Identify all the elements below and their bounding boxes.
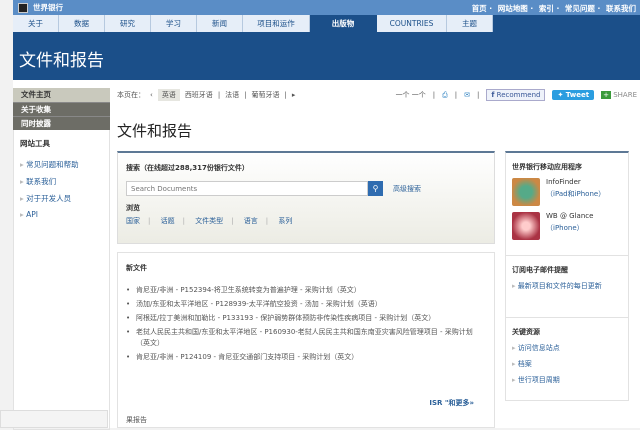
lang-french[interactable]: 法语 — [225, 90, 239, 100]
document-link[interactable]: 汤加/东亚和太平洋地区 - P128939-太平洋航空投资 - 汤加 - 采购计… — [126, 299, 486, 310]
nav-publications[interactable]: 出版物 — [310, 15, 377, 32]
tool-contact-link[interactable]: 联系我们 — [20, 176, 103, 187]
app-infofinder[interactable]: InfoFinder （iPad和iPhone） — [512, 178, 622, 206]
sidebar-item-about[interactable]: 关于收集 — [13, 102, 110, 116]
nav-research[interactable]: 研究 — [105, 15, 151, 32]
document-link[interactable]: 肯尼亚/非洲 - P152394-将卫生系统转变为普遍护理 - 采购计划（英文） — [126, 285, 486, 296]
access-info-link[interactable]: 访问信息站点 — [512, 343, 622, 353]
page: 世界银行 首页 · 网站地图 · 索引 · 常见问题 · 联系我们 关于 数据 … — [13, 0, 640, 430]
nav-about[interactable]: 关于 — [13, 15, 59, 32]
site-tools: 网站工具 常见问题和帮助 联系我们 对于开发人员 API — [13, 130, 110, 430]
tool-api-link[interactable]: API — [20, 210, 103, 219]
nav-projects[interactable]: 项目和运作 — [243, 15, 310, 32]
app-platform[interactable]: （iPhone） — [546, 223, 593, 233]
nav-learning[interactable]: 学习 — [151, 15, 197, 32]
top-link-sitemap[interactable]: 网站地图 — [498, 4, 528, 13]
twitter-icon: ✦ — [557, 91, 564, 99]
recommend-label: Recommend — [496, 91, 541, 99]
results-report-heading: 果报告 — [126, 416, 147, 424]
new-documents: 新文件 肯尼亚/非洲 - P152394-将卫生系统转变为普遍护理 - 采购计划… — [117, 252, 495, 428]
right-panel: 世界银行移动应用程序 InfoFinder （iPad和iPhone） WB @ … — [505, 151, 629, 401]
more-link[interactable]: ISR "和更多» — [429, 398, 474, 408]
share-text: 一个 一个 — [395, 91, 426, 99]
search-panel: 搜索（在线超过288,317份银行文件） ⚲ 高级搜索 浏览 国家| 话题| 文… — [117, 151, 495, 244]
top-link-index[interactable]: 索引 — [539, 4, 554, 13]
nav-topics[interactable]: 主题 — [447, 15, 493, 32]
language-label: 本页在： — [117, 91, 145, 99]
app-name: WB @ Glance — [546, 212, 594, 220]
email-icon[interactable]: ✉ — [464, 91, 470, 99]
search-input[interactable] — [126, 181, 368, 196]
main-nav: 关于 数据 研究 学习 新闻 项目和运作 出版物 COUNTRIES 主题 — [13, 15, 640, 32]
tool-developers-link[interactable]: 对于开发人员 — [20, 193, 103, 204]
document-link[interactable]: 老挝人民民主共和国/东亚和太平洋地区 - P160930-老挝人民民主共和国东南… — [126, 327, 486, 349]
nav-countries[interactable]: COUNTRIES — [377, 15, 447, 32]
nav-data[interactable]: 数据 — [59, 15, 105, 32]
site-tools-title: 网站工具 — [20, 139, 50, 148]
banner-title: 文件和报告 — [13, 32, 640, 80]
search-icon: ⚲ — [372, 184, 379, 193]
mobile-apps: 世界银行移动应用程序 InfoFinder （iPad和iPhone） WB @ … — [506, 153, 628, 256]
brand-name: 世界银行 — [33, 3, 63, 12]
document-link[interactable]: 阿根廷/拉丁美洲和加勒比 - P133193 - 保护弱势群体预防非传染性疾病项… — [126, 313, 486, 324]
search-button[interactable]: ⚲ — [368, 181, 383, 196]
top-link-contact[interactable]: 联系我们 — [606, 4, 636, 13]
browse-doctype[interactable]: 文件类型 — [195, 217, 223, 225]
chevron-left-icon[interactable]: ‹ — [150, 91, 153, 99]
sidebar: 文件主页 关于收集 同时披露 网站工具 常见问题和帮助 联系我们 对于开发人员 … — [13, 88, 110, 430]
facebook-recommend-button[interactable]: f Recommend — [486, 89, 546, 101]
lang-spanish[interactable]: 西班牙语 — [185, 90, 213, 100]
browse-series[interactable]: 系列 — [278, 217, 292, 225]
app-platform[interactable]: （iPad和iPhone） — [546, 189, 605, 199]
share-label: SHARE — [613, 91, 637, 99]
new-documents-title: 新文件 — [126, 264, 147, 272]
sidebar-item-home[interactable]: 文件主页 — [13, 88, 110, 102]
print-icon[interactable]: ⎙ — [442, 91, 448, 100]
apps-title: 世界银行移动应用程序 — [512, 163, 582, 171]
facebook-icon: f — [491, 91, 495, 99]
logo[interactable]: 世界银行 — [18, 2, 63, 13]
top-link-faq[interactable]: 常见问题 — [565, 4, 595, 13]
tweet-label: Tweet — [565, 91, 590, 99]
infofinder-app-icon — [512, 178, 540, 206]
share-button[interactable]: + SHARE — [601, 91, 637, 99]
tweet-button[interactable]: ✦ Tweet — [552, 90, 595, 100]
advanced-search-link[interactable]: 高级搜索 — [393, 184, 421, 194]
browse-topic[interactable]: 话题 — [161, 217, 175, 225]
nav-news[interactable]: 新闻 — [197, 15, 243, 32]
key-resources: 关键资源 访问信息站点 档案 世行项目周期 — [506, 318, 628, 400]
top-links: 首页 · 网站地图 · 索引 · 常见问题 · 联系我们 — [471, 4, 636, 13]
browse-title: 浏览 — [126, 204, 140, 212]
email-title: 订阅电子邮件提醒 — [512, 266, 568, 274]
overlay-popup — [0, 410, 108, 428]
lang-portuguese[interactable]: 葡萄牙语 — [252, 90, 280, 100]
search-title: 搜索（在线超过288,317份银行文件） — [126, 164, 249, 172]
browse-links: 国家 | 话题 | 文件类型 | 语言 | 系列 — [126, 217, 293, 225]
browse-language[interactable]: 语言 — [244, 217, 258, 225]
email-alerts: 订阅电子邮件提醒 最新项目和文件的每日更新 — [506, 256, 628, 318]
browse-country[interactable]: 国家 — [126, 217, 140, 225]
archives-link[interactable]: 档案 — [512, 359, 622, 369]
page-title: 文件和报告 — [117, 122, 193, 140]
daily-updates-link[interactable]: 最新项目和文件的每日更新 — [512, 281, 622, 291]
app-wb-glance[interactable]: WB @ Glance （iPhone） — [512, 212, 622, 240]
app-name: InfoFinder — [546, 178, 581, 186]
chevron-right-icon[interactable]: ▸ — [292, 91, 296, 99]
top-link-home[interactable]: 首页 — [472, 4, 487, 13]
language-bar: 本页在： ‹ 英语 西班牙语 | 法语 | 葡萄牙语 | ▸ 一个 一个 | ⎙ | ✉ |… — [117, 89, 637, 101]
lang-english[interactable]: 英语 — [157, 89, 180, 101]
sidebar-item-disclosure[interactable]: 同时披露 — [13, 116, 110, 130]
world-bank-logo-icon — [18, 2, 28, 13]
tool-faq-link[interactable]: 常见问题和帮助 — [20, 159, 103, 170]
globe-app-icon — [512, 212, 540, 240]
top-bar: 世界银行 首页 · 网站地图 · 索引 · 常见问题 · 联系我们 — [13, 0, 640, 15]
document-link[interactable]: 肯尼亚/非洲 - P124109 - 肯尼亚交通部门支持项目 - 采购计划（英文… — [126, 352, 486, 363]
project-cycle-link[interactable]: 世行项目周期 — [512, 375, 622, 385]
key-resources-title: 关键资源 — [512, 328, 540, 336]
plus-icon: + — [601, 91, 611, 99]
